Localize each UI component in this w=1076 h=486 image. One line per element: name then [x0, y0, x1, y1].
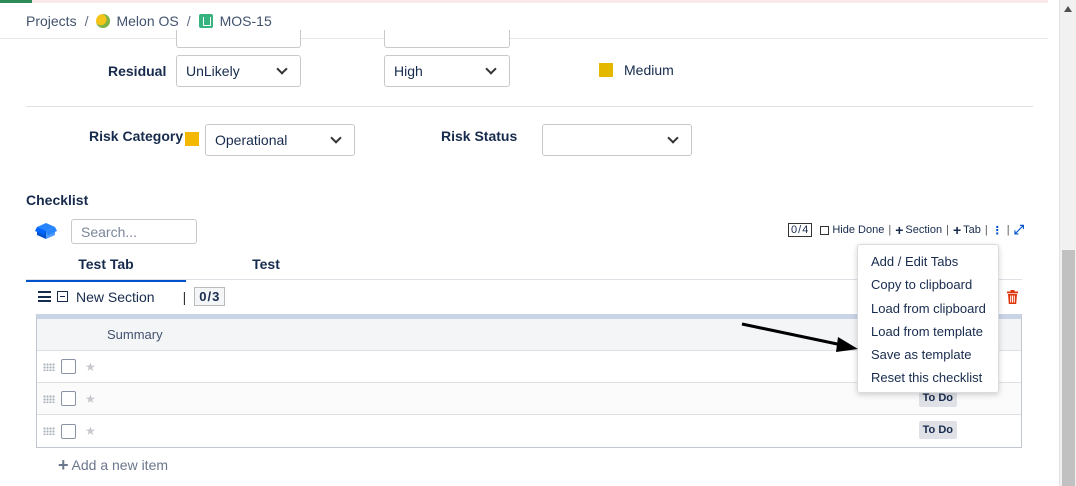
menu-item-reset-checklist[interactable]: Reset this checklist — [858, 366, 998, 389]
table-row: ★ To Do — [37, 415, 1021, 447]
drag-handle-icon[interactable] — [43, 394, 55, 403]
summary-column-header: Summary — [107, 327, 163, 342]
melon-project-icon — [96, 14, 111, 28]
chevron-down-icon — [276, 63, 288, 75]
section-header: New Section | 0/3 — [38, 287, 226, 306]
star-icon[interactable]: ★ — [85, 424, 96, 438]
scroll-thumb[interactable] — [1062, 250, 1075, 486]
toolbar-separator: | — [888, 224, 892, 236]
page-scrollbar[interactable] — [1059, 0, 1076, 486]
checklist-options-menu: Add / Edit Tabs Copy to clipboard Load f… — [857, 244, 999, 393]
checklist-toolbar: 0/4 Hide Done | + Section | + Tab | ⋮ | … — [788, 222, 1024, 238]
residual-divider — [26, 106, 1033, 107]
chevron-down-icon — [667, 132, 679, 144]
section-name[interactable]: New Section — [76, 289, 155, 305]
story-icon — [198, 14, 213, 28]
menu-item-add-edit-tabs[interactable]: Add / Edit Tabs — [858, 250, 998, 273]
residual-impact-select[interactable]: High — [384, 55, 510, 87]
tab-test[interactable]: Test — [186, 250, 346, 282]
plus-icon[interactable]: + — [895, 223, 903, 237]
toolbar-separator: | — [984, 224, 988, 236]
add-section-button[interactable]: Section — [905, 224, 942, 236]
residual-rating-value: Medium — [624, 62, 674, 78]
status-badge[interactable]: To Do — [918, 421, 957, 439]
chevron-down-icon — [485, 63, 497, 75]
breadcrumb-issue[interactable]: MOS-15 — [220, 13, 272, 29]
risk-category-select[interactable]: Operational — [205, 124, 355, 156]
checklist-progress-count: 0/4 — [788, 223, 813, 237]
section-separator: | — [182, 288, 187, 305]
hide-done-checkbox[interactable] — [820, 225, 830, 235]
residual-label: Residual — [108, 63, 167, 79]
checklist-search-input[interactable] — [71, 219, 197, 244]
toolbar-separator: | — [1006, 224, 1010, 236]
hide-done-label[interactable]: Hide Done — [832, 224, 884, 236]
checklist-tabs: Test Tab Test — [26, 250, 346, 282]
menu-item-save-as-template[interactable]: Save as template — [858, 343, 998, 366]
collapse-section-icon[interactable] — [57, 291, 68, 302]
star-icon[interactable]: ★ — [85, 392, 96, 406]
header-divider — [0, 38, 1048, 39]
risk-status-select[interactable] — [542, 124, 692, 156]
risk-category-swatch — [185, 132, 199, 146]
residual-rating-swatch — [599, 63, 613, 77]
menu-item-load-from-clipboard[interactable]: Load from clipboard — [858, 297, 998, 320]
menu-item-load-from-template[interactable]: Load from template — [858, 320, 998, 343]
drag-handle-icon[interactable] — [43, 427, 55, 435]
breadcrumb: Projects / Melon OS / MOS-15 — [26, 13, 272, 29]
section-progress-count: 0/3 — [194, 287, 226, 306]
breadcrumb-projects[interactable]: Projects — [26, 13, 77, 29]
inherent-likelihood-select[interactable] — [176, 30, 301, 48]
risk-status-label: Risk Status — [441, 128, 518, 144]
drag-handle-icon[interactable] — [43, 362, 55, 371]
delete-section-icon[interactable] — [1007, 290, 1018, 304]
tab-test-tab[interactable]: Test Tab — [26, 250, 186, 282]
residual-impact-value: High — [394, 63, 423, 79]
drag-handle-icon[interactable] — [38, 291, 51, 302]
scroll-up-icon[interactable] — [1064, 6, 1072, 12]
star-icon[interactable]: ★ — [85, 360, 96, 374]
risk-category-value: Operational — [215, 132, 288, 148]
checklist-cube-icon — [35, 223, 57, 239]
more-options-icon[interactable]: ⋮ — [992, 224, 1003, 237]
fullscreen-icon[interactable]: ⤢ — [1014, 222, 1024, 238]
add-item-label: Add a new item — [71, 457, 169, 473]
chevron-down-icon — [330, 132, 342, 144]
menu-item-copy-to-clipboard[interactable]: Copy to clipboard — [858, 273, 998, 296]
residual-likelihood-select[interactable]: UnLikely — [176, 55, 301, 87]
breadcrumb-project[interactable]: Melon OS — [116, 13, 178, 29]
add-item-button[interactable]: + Add a new item — [58, 455, 169, 475]
residual-likelihood-value: UnLikely — [186, 63, 240, 79]
item-checkbox[interactable] — [61, 423, 76, 439]
item-checkbox[interactable] — [61, 391, 76, 406]
risk-category-label: Risk Category — [89, 128, 184, 144]
breadcrumb-separator: / — [84, 13, 89, 29]
checklist-title: Checklist — [26, 192, 89, 208]
toolbar-separator: | — [946, 224, 949, 236]
item-checkbox[interactable] — [61, 359, 76, 374]
plus-icon[interactable]: + — [953, 223, 961, 237]
inherent-impact-select[interactable] — [384, 30, 510, 48]
top-progress-accent — [0, 0, 32, 3]
breadcrumb-separator: / — [186, 13, 191, 29]
top-progress-line — [0, 0, 1048, 3]
add-tab-button[interactable]: Tab — [963, 224, 981, 236]
plus-icon: + — [58, 455, 69, 475]
